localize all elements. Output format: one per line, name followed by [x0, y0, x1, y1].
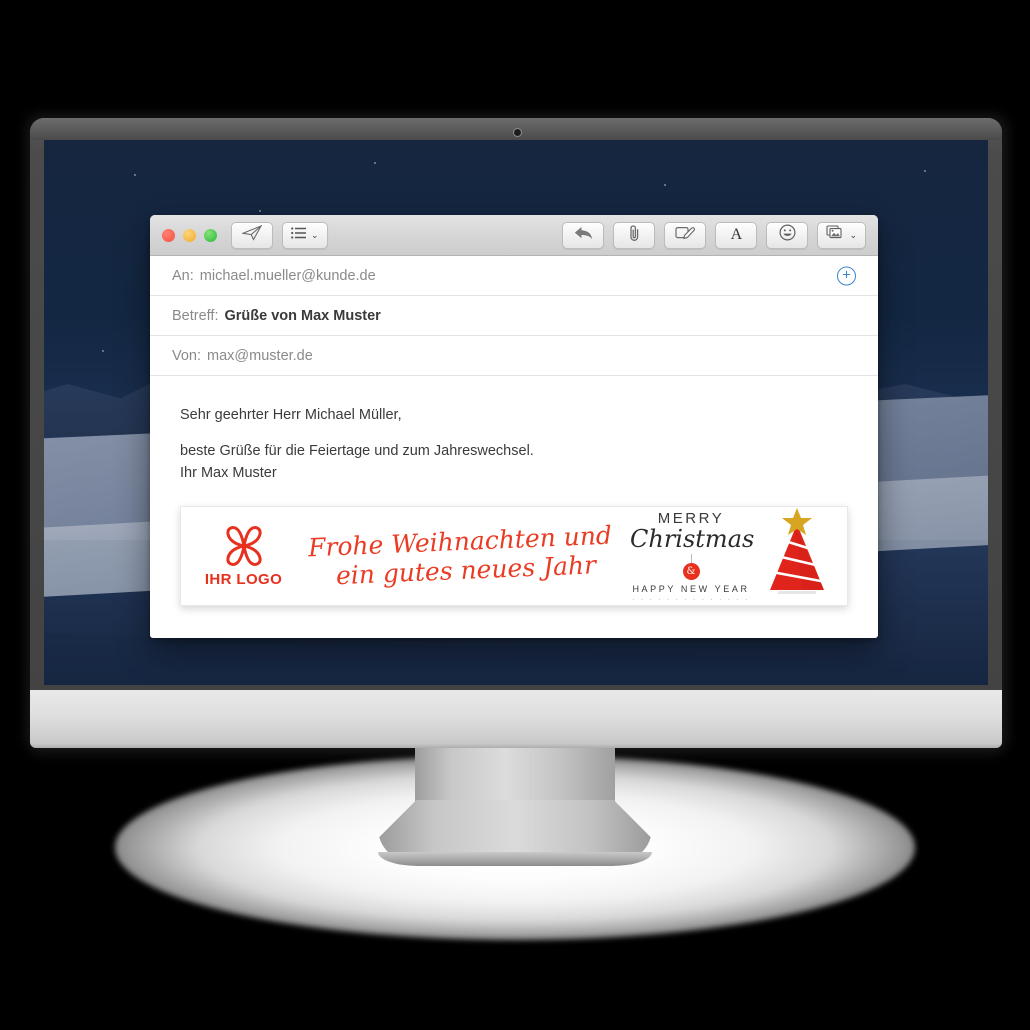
send-button[interactable]	[231, 221, 273, 249]
close-window-button[interactable]	[162, 228, 175, 242]
window-titlebar: ⌄ A ⌄	[150, 215, 878, 256]
format-text-icon: A	[730, 226, 743, 243]
greeting-text: Frohe Weihnachten und ein gutes neues Ja…	[306, 520, 622, 590]
signature-banner[interactable]: IHR LOGO Frohe Weihnachten und ein gutes…	[180, 506, 848, 606]
company-logo-text: IHR LOGO	[204, 571, 283, 588]
body-salutation: Sehr geehrter Herr Michael Müller,	[180, 407, 402, 423]
list-lines-icon	[291, 226, 307, 244]
send-paper-plane-icon	[240, 224, 263, 246]
titlebar-right-tools: A ⌄	[562, 221, 866, 249]
markup-signature-icon	[675, 225, 696, 245]
body-line-2: Ihr Max Muster	[180, 465, 277, 481]
reply-button[interactable]	[562, 221, 605, 249]
from-field[interactable]: Von: max@muster.de	[150, 336, 878, 376]
subject-field-label: Betreff:	[172, 307, 219, 324]
camera-dot-icon	[514, 129, 521, 136]
reply-arrow-icon	[574, 226, 593, 245]
monitor-stand-foot	[378, 852, 652, 866]
from-field-label: Von:	[172, 347, 202, 364]
monitor-chin	[30, 690, 1002, 748]
subject-field[interactable]: Betreff: Grüße von Max Muster	[150, 296, 878, 336]
templates-button[interactable]: ⌄	[282, 221, 328, 249]
christmas-tree-graphic	[752, 506, 842, 606]
christmas-card-text: MERRY Christmas & HAPPY NEW YEAR . . . .…	[622, 510, 755, 602]
four-petal-flower-icon	[225, 526, 262, 566]
traffic-lights	[162, 228, 217, 242]
emoji-button[interactable]	[766, 221, 809, 249]
photo-browser-button[interactable]: ⌄	[817, 221, 866, 249]
minimize-window-button[interactable]	[183, 228, 196, 242]
company-logo: IHR LOGO	[181, 524, 306, 588]
screenshot-root: ⌄ A ⌄ An: michael.mueller@kunde.de + Bet…	[0, 0, 1030, 1030]
mail-compose-window: ⌄ A ⌄ An: michael.mueller@kunde.de + Bet…	[150, 215, 878, 638]
format-button[interactable]: A	[715, 221, 758, 249]
from-field-value: max@muster.de	[207, 347, 313, 364]
to-field[interactable]: An: michael.mueller@kunde.de +	[150, 256, 878, 296]
chevron-down-icon: ⌄	[849, 229, 857, 240]
to-field-value: michael.mueller@kunde.de	[199, 267, 376, 284]
markup-button[interactable]	[664, 221, 707, 249]
signature-banner-wrap: IHR LOGO Frohe Weihnachten und ein gutes…	[150, 484, 878, 606]
plus-circle-icon[interactable]: +	[837, 266, 856, 285]
dotted-divider: . . . . . . . . . . . . . .	[632, 595, 750, 602]
ornament-icon: &	[682, 563, 700, 580]
zoom-window-button[interactable]	[204, 228, 217, 242]
photo-browser-icon	[826, 225, 845, 245]
attach-button[interactable]	[613, 221, 656, 249]
christmas-label: Christmas	[630, 525, 755, 553]
emoji-smiley-icon	[779, 224, 796, 246]
to-field-label: An:	[172, 267, 194, 284]
subject-field-value: Grüße von Max Muster	[224, 307, 381, 324]
body-line-1: beste Grüße für die Feiertage und zum Ja…	[180, 443, 534, 459]
christmas-card-graphic: MERRY Christmas & HAPPY NEW YEAR . . . .…	[622, 506, 847, 606]
happy-new-year-label: HAPPY NEW YEAR	[632, 584, 750, 594]
ornament-string	[690, 554, 692, 563]
christmas-tree-icon	[770, 508, 827, 594]
chevron-down-icon: ⌄	[311, 229, 319, 240]
paperclip-attach-icon	[628, 224, 641, 247]
message-body[interactable]: Sehr geehrter Herr Michael Müller, beste…	[150, 376, 878, 484]
